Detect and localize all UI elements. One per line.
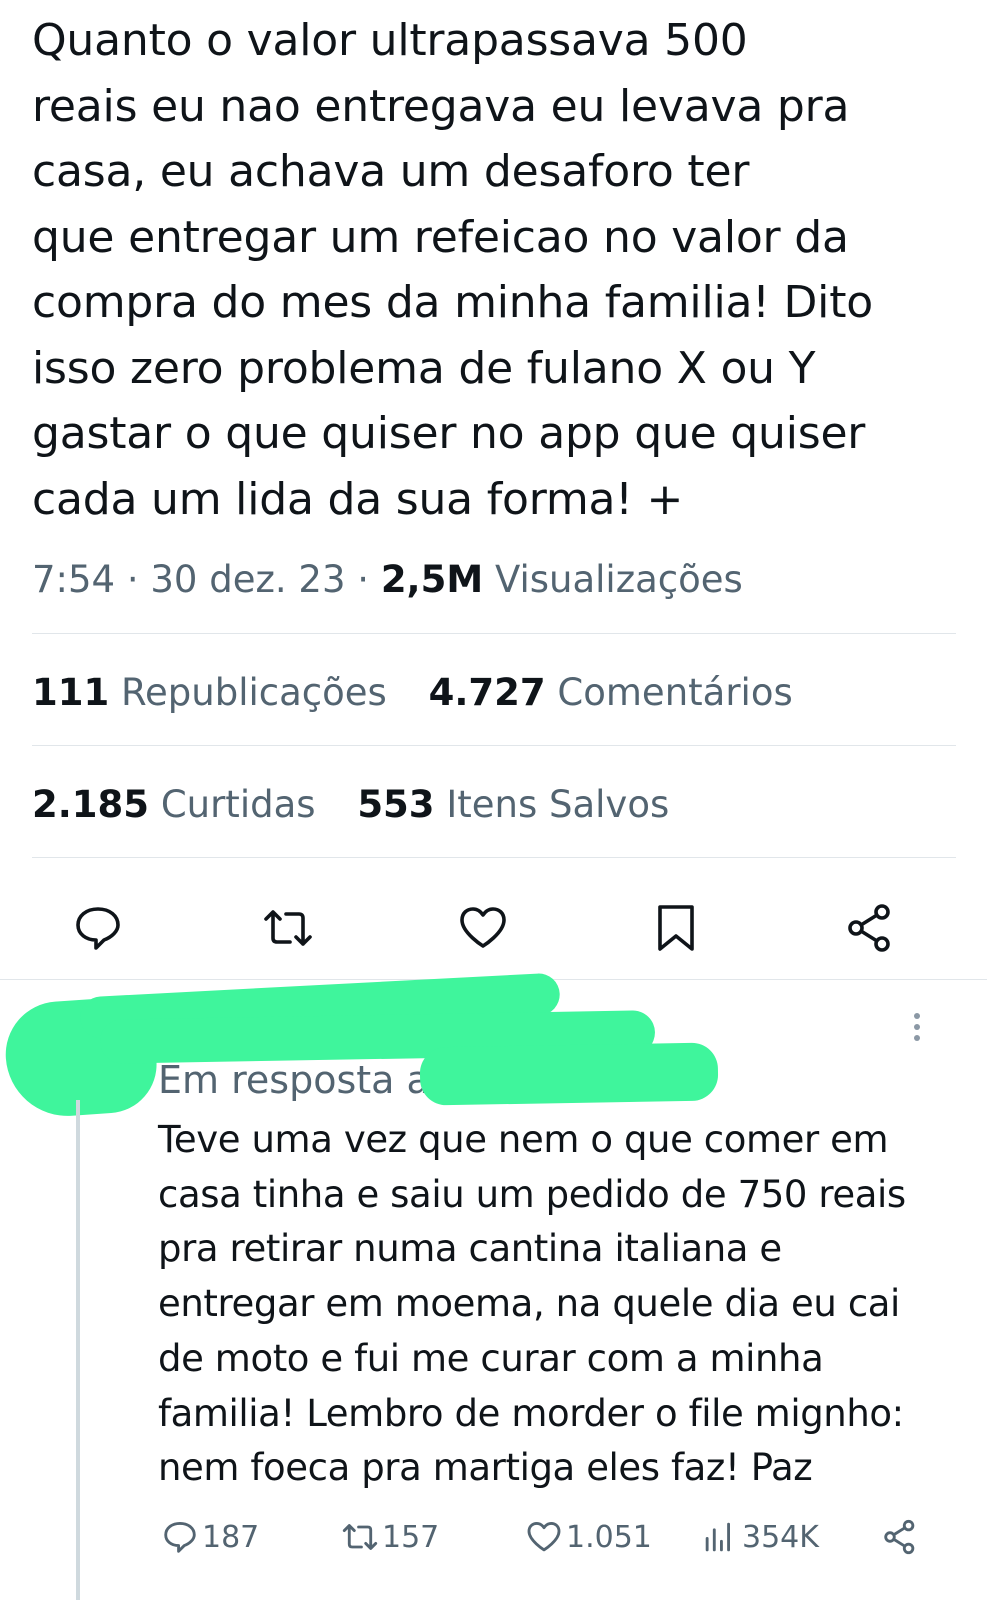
share-button[interactable] xyxy=(842,900,898,956)
reply-line: entregar em moema, na quele dia eu cai xyxy=(158,1282,900,1326)
stats-row-likes: 2.185 Curtidas 553 Itens Salvos xyxy=(32,780,699,830)
likes-stat[interactable]: 2.185 Curtidas xyxy=(32,780,316,830)
reply-like-button[interactable]: 1.051 xyxy=(524,1515,652,1559)
divider xyxy=(32,745,956,746)
heart-icon xyxy=(527,1522,561,1552)
comment-icon xyxy=(164,1522,196,1553)
likes-count: 2.185 xyxy=(32,783,150,826)
tweet-line: casa, eu achava um desaforo ter xyxy=(32,146,750,197)
reply-comments-count: 187 xyxy=(202,1519,260,1555)
reply-button[interactable] xyxy=(70,900,126,956)
bookmarks-stat[interactable]: 553 Itens Salvos xyxy=(357,780,669,830)
tweet-line: Quanto o valor ultrapassava 500 xyxy=(32,15,748,66)
reply-views-count: 354K xyxy=(742,1519,819,1555)
tweet-line: que entregar um refeicao no valor da xyxy=(32,211,849,263)
reply-line: de moto e fui me curar com a minha xyxy=(158,1336,824,1380)
reply-line: pra retirar numa cantina italiana e xyxy=(158,1227,782,1271)
tweet-text: Quanto o valor ultrapassava 500 reais eu… xyxy=(32,8,962,532)
redacted-reply-handle xyxy=(419,1042,719,1106)
reply-text: Teve uma vez que nem o que comer em casa… xyxy=(158,1113,948,1496)
bookmarks-count: 553 xyxy=(357,783,435,826)
in-reply-to: Em resposta a xyxy=(158,1055,430,1105)
reposts-count: 111 xyxy=(32,671,110,714)
reply-retweet-button[interactable]: 157 xyxy=(340,1515,439,1559)
tweet-line: reais eu nao entregava eu levava pra xyxy=(32,80,850,132)
reposts-stat[interactable]: 111 Republicações xyxy=(32,668,387,718)
divider xyxy=(32,633,956,634)
comments-label: Comentários xyxy=(557,671,793,714)
reply-line: casa tinha e saiu um pedido de 750 reais xyxy=(158,1172,906,1216)
views-chart-icon xyxy=(705,1522,730,1552)
comments-count: 4.727 xyxy=(428,671,546,714)
tweet-action-bar xyxy=(0,900,987,980)
tweet-line: isso zero problema de fulano X ou Y xyxy=(32,342,816,394)
bookmarks-label: Itens Salvos xyxy=(446,783,670,826)
heart-icon xyxy=(460,907,506,948)
bookmark-icon xyxy=(658,905,694,951)
in-reply-to-label: Em resposta a xyxy=(158,1058,430,1102)
reply-views-button[interactable]: 354K xyxy=(700,1515,819,1559)
reply-share-button[interactable] xyxy=(880,1515,922,1559)
retweet-icon xyxy=(264,910,312,946)
reposts-label: Republicações xyxy=(121,671,387,714)
tweet-line: cada um lida da sua forma! + xyxy=(32,473,684,525)
views-count: 2,5M xyxy=(380,558,484,601)
share-icon xyxy=(848,904,890,952)
reply-line: nem foeca pra martiga eles faz! Paz xyxy=(158,1446,813,1490)
divider xyxy=(32,857,956,858)
more-options-icon[interactable] xyxy=(905,1010,929,1050)
reply-retweets-count: 157 xyxy=(382,1519,440,1555)
comment-icon xyxy=(76,907,120,950)
like-button[interactable] xyxy=(455,900,511,956)
bookmark-button[interactable] xyxy=(648,900,704,956)
retweet-icon xyxy=(342,1524,378,1550)
comments-stat[interactable]: 4.727 Comentários xyxy=(429,668,793,718)
tweet-date[interactable]: 30 dez. 23 xyxy=(150,558,345,601)
tweet-line: compra do mes da minha familia! Dito xyxy=(32,277,873,328)
reply-comment-button[interactable]: 187 xyxy=(160,1515,259,1559)
reply-line: Teve uma vez que nem o que comer em xyxy=(158,1118,889,1161)
tweet-time[interactable]: 7:54 xyxy=(32,558,115,601)
views-label: Visualizações xyxy=(494,558,743,601)
share-icon xyxy=(884,1519,915,1555)
tweet-meta: 7:54 · 30 dez. 23 · 2,5M Visualizações xyxy=(32,558,743,601)
stats-row-engagement: 111 Republicações 4.727 Comentários xyxy=(32,668,823,718)
likes-label: Curtidas xyxy=(160,783,316,826)
reply-action-bar: 187 157 1.051 354K xyxy=(0,1515,987,1565)
reply-likes-count: 1.051 xyxy=(566,1519,652,1555)
reply-line: familia! Lembro de morder o file mignho: xyxy=(158,1391,904,1435)
retweet-button[interactable] xyxy=(260,900,316,956)
tweet-line: gastar o que quiser no app que quiser xyxy=(32,408,866,459)
